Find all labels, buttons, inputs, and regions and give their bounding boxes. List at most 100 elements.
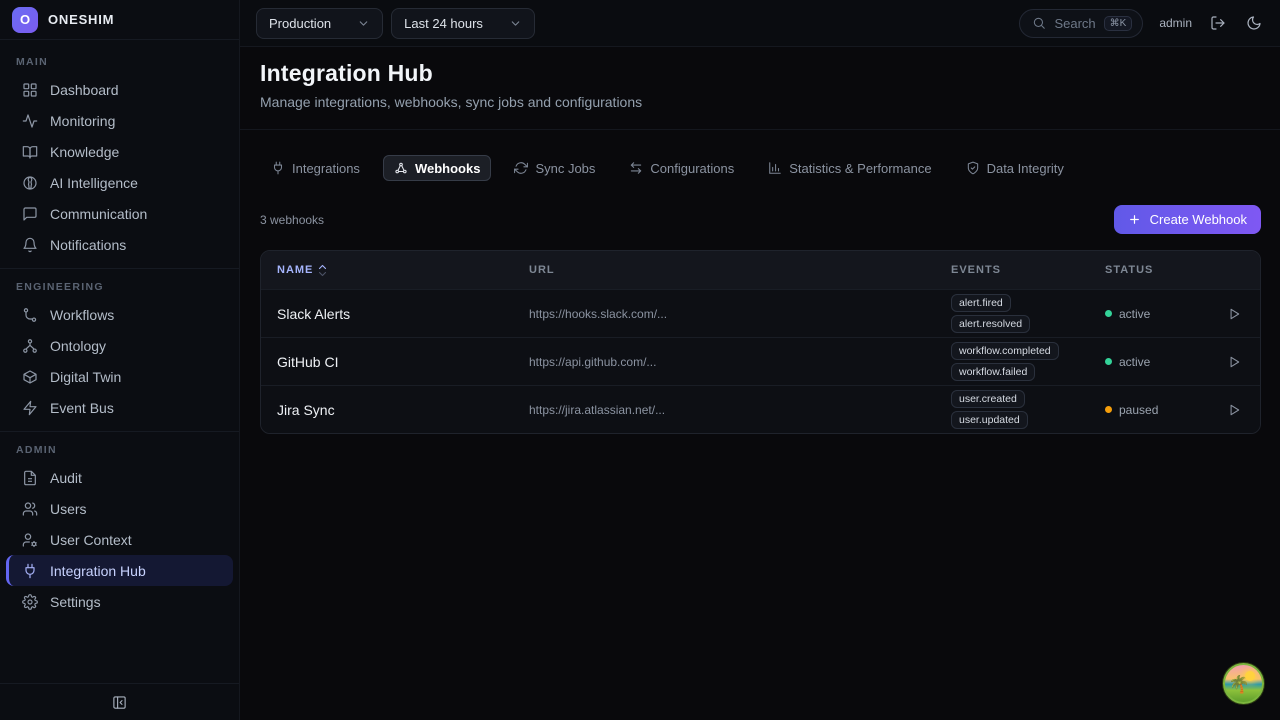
- sidebar-item-ai-intelligence[interactable]: AI Intelligence: [6, 167, 233, 198]
- sidebar-footer: [0, 683, 239, 720]
- tab-integrations[interactable]: Integrations: [260, 155, 371, 181]
- webhooks-toolbar: 3 webhooks Create Webhook: [240, 181, 1280, 234]
- create-webhook-button[interactable]: Create Webhook: [1114, 205, 1261, 234]
- sidebar-section-engineering: ENGINEERING: [0, 271, 239, 299]
- hierarchy-icon: [22, 338, 38, 354]
- table-row-github-ci[interactable]: GitHub CI https://api.github.com/... wor…: [261, 337, 1260, 385]
- webhook-icon: [394, 161, 408, 175]
- webhook-name: Slack Alerts: [261, 306, 513, 322]
- run-webhook-button[interactable]: [1207, 355, 1260, 369]
- logout-icon: [1210, 15, 1226, 31]
- column-header-label: URL: [529, 264, 555, 276]
- column-header-label: STATUS: [1105, 264, 1153, 276]
- environment-select[interactable]: Production: [256, 8, 383, 39]
- sidebar-item-dashboard[interactable]: Dashboard: [6, 74, 233, 105]
- tab-label: Configurations: [650, 161, 734, 176]
- island-widget-button[interactable]: 🌴: [1223, 663, 1264, 704]
- event-badge: workflow.completed: [951, 342, 1059, 360]
- bell-icon: [22, 237, 38, 253]
- tab-configurations[interactable]: Configurations: [618, 155, 745, 181]
- sidebar-item-label: Audit: [50, 470, 82, 486]
- dashboard-grid-icon: [22, 82, 38, 98]
- cube-icon: [22, 369, 38, 385]
- app-window: O ONESHIM MAIN Dashboard Monitoring: [0, 0, 1280, 720]
- status-label: active: [1119, 355, 1150, 369]
- sidebar-item-settings[interactable]: Settings: [6, 586, 233, 617]
- webhook-name: GitHub CI: [261, 354, 513, 370]
- run-webhook-button[interactable]: [1207, 307, 1260, 321]
- status-dot: [1105, 406, 1112, 413]
- sidebar-item-communication[interactable]: Communication: [6, 198, 233, 229]
- book-open-icon: [22, 144, 38, 160]
- sidebar-item-label: Notifications: [50, 237, 126, 253]
- sidebar-item-ontology[interactable]: Ontology: [6, 330, 233, 361]
- column-header-name[interactable]: NAME: [261, 264, 513, 277]
- webhook-status: active: [1089, 307, 1207, 321]
- sidebar-item-audit[interactable]: Audit: [6, 462, 233, 493]
- webhook-name: Jira Sync: [261, 402, 513, 418]
- topbar-right: Search ⌘K admin: [1019, 9, 1264, 38]
- sidebar-item-label: Digital Twin: [50, 369, 121, 385]
- sidebar-item-user-context[interactable]: User Context: [6, 524, 233, 555]
- tab-sync-jobs[interactable]: Sync Jobs: [503, 155, 606, 181]
- sidebar-item-monitoring[interactable]: Monitoring: [6, 105, 233, 136]
- topbar: Production Last 24 hours Search ⌘K: [240, 0, 1280, 47]
- logout-button[interactable]: [1208, 13, 1228, 33]
- sidebar-item-knowledge[interactable]: Knowledge: [6, 136, 233, 167]
- run-webhook-button[interactable]: [1207, 403, 1260, 417]
- tab-bar: Integrations Webhooks Sync Jobs Configur…: [240, 130, 1280, 181]
- time-range-select[interactable]: Last 24 hours: [391, 8, 535, 39]
- table-header-row: NAME URL EVENTS STATUS: [261, 251, 1260, 289]
- tab-data-integrity[interactable]: Data Integrity: [955, 155, 1075, 181]
- sidebar-item-workflows[interactable]: Workflows: [6, 299, 233, 330]
- column-header-events[interactable]: EVENTS: [935, 264, 1089, 276]
- sidebar-item-label: Ontology: [50, 338, 106, 354]
- column-header-url[interactable]: URL: [513, 264, 935, 276]
- plug-icon: [22, 563, 38, 579]
- tab-webhooks[interactable]: Webhooks: [383, 155, 492, 181]
- chat-bubble-icon: [22, 206, 38, 222]
- page-subtitle: Manage integrations, webhooks, sync jobs…: [260, 94, 1260, 110]
- page-title: Integration Hub: [260, 60, 1260, 87]
- page-header: Integration Hub Manage integrations, web…: [240, 47, 1280, 130]
- table-row-slack-alerts[interactable]: Slack Alerts https://hooks.slack.com/...…: [261, 289, 1260, 337]
- column-header-status[interactable]: STATUS: [1089, 264, 1207, 276]
- sidebar-collapse-button[interactable]: [110, 693, 129, 712]
- play-icon: [1227, 403, 1241, 417]
- tab-statistics-performance[interactable]: Statistics & Performance: [757, 155, 942, 181]
- tab-label: Statistics & Performance: [789, 161, 931, 176]
- sidebar-item-notifications[interactable]: Notifications: [6, 229, 233, 260]
- webhook-status: paused: [1089, 403, 1207, 417]
- sidebar-item-digital-twin[interactable]: Digital Twin: [6, 361, 233, 392]
- git-branch-icon: [22, 307, 38, 323]
- sidebar-divider: [0, 268, 239, 269]
- sidebar-item-label: Knowledge: [50, 144, 119, 160]
- user-name: admin: [1159, 16, 1192, 30]
- shield-check-icon: [966, 161, 980, 175]
- status-label: active: [1119, 307, 1150, 321]
- sidebar-item-event-bus[interactable]: Event Bus: [6, 392, 233, 423]
- sidebar-item-users[interactable]: Users: [6, 493, 233, 524]
- panel-collapse-icon: [112, 695, 127, 710]
- status-dot: [1105, 310, 1112, 317]
- sidebar-divider: [0, 431, 239, 432]
- search-input[interactable]: Search ⌘K: [1019, 9, 1143, 38]
- plus-icon: [1128, 213, 1141, 226]
- column-header-label: NAME: [277, 264, 313, 276]
- webhooks-table: NAME URL EVENTS STATUS: [260, 250, 1261, 434]
- webhook-events: user.created user.updated: [935, 386, 1089, 433]
- plug-icon: [271, 161, 285, 175]
- event-badge: user.created: [951, 390, 1025, 408]
- table-row-jira-sync[interactable]: Jira Sync https://jira.atlassian.net/...…: [261, 385, 1260, 433]
- theme-toggle-button[interactable]: [1244, 13, 1264, 33]
- sidebar-section-admin: ADMIN: [0, 434, 239, 462]
- sidebar-item-label: Users: [50, 501, 87, 517]
- sidebar-item-label: AI Intelligence: [50, 175, 138, 191]
- user-cog-icon: [22, 532, 38, 548]
- webhook-count: 3 webhooks: [260, 213, 324, 227]
- chevron-down-icon: [509, 17, 522, 30]
- sidebar-item-integration-hub[interactable]: Integration Hub: [6, 555, 233, 586]
- column-header-label: EVENTS: [951, 264, 1001, 276]
- brand-name: ONESHIM: [48, 12, 114, 27]
- sidebar-item-label: Settings: [50, 594, 101, 610]
